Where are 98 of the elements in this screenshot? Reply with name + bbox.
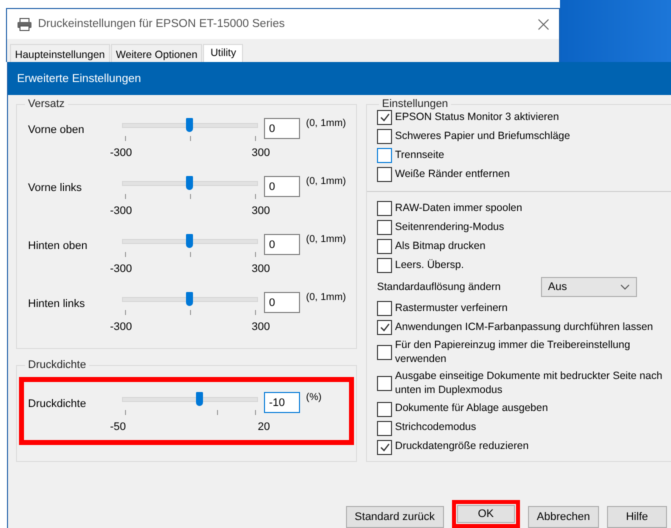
- checkbox-label: Rastermuster verfeinern: [395, 302, 508, 316]
- checkbox[interactable]: [377, 258, 392, 273]
- checkbox[interactable]: [377, 440, 392, 455]
- group-title: Versatz: [27, 98, 66, 110]
- checkbox[interactable]: [377, 148, 392, 163]
- unit-label: (0, 1mm): [306, 234, 346, 245]
- slider-thumb[interactable]: [196, 392, 203, 406]
- checkbox-option[interactable]: Schweres Papier und Briefumschläge: [377, 129, 671, 144]
- scale-min: -50: [110, 421, 126, 434]
- value-field[interactable]: 0: [264, 292, 300, 313]
- tab[interactable]: Haupteinstellungen: [10, 44, 110, 62]
- checkbox-label: Seitenrendering-Modus: [395, 220, 504, 234]
- value-field[interactable]: 0: [264, 176, 300, 197]
- slider-track[interactable]: [122, 292, 258, 306]
- checkbox-label: Druckdatengröße reduzieren: [395, 440, 529, 454]
- checkbox[interactable]: [377, 376, 392, 392]
- scale-max: 300: [252, 321, 270, 334]
- value-field[interactable]: 0: [264, 118, 300, 139]
- checkbox[interactable]: [377, 110, 392, 125]
- checkbox[interactable]: [377, 129, 392, 144]
- checkbox-label: RAW-Daten immer spoolen: [395, 202, 522, 216]
- group-title: Druckdichte: [27, 359, 88, 371]
- scale-max: 20: [258, 421, 270, 434]
- window-title: Druckeinstellungen für EPSON ET-15000 Series: [38, 18, 286, 30]
- slider-track[interactable]: [122, 392, 258, 406]
- checkbox-option[interactable]: Für den Papiereinzug immer die Treibereinstellung verwenden: [377, 339, 671, 366]
- scale-min: -300: [110, 205, 132, 218]
- scale-max: 300: [252, 205, 270, 218]
- checkbox-option[interactable]: Rastermuster verfeinern: [377, 301, 671, 316]
- dialog-title: Erweiterte Einstellungen: [8, 62, 671, 95]
- slider-label: Vorne oben: [28, 123, 86, 136]
- slider-track[interactable]: [122, 118, 258, 132]
- checkbox[interactable]: [377, 301, 392, 316]
- slider-label: Hinten links: [28, 297, 86, 310]
- checkbox[interactable]: [377, 220, 392, 235]
- checkmark-icon: [380, 113, 390, 122]
- checkbox-option[interactable]: RAW-Daten immer spoolen: [377, 201, 671, 216]
- checkbox-option[interactable]: Strichcodemodus: [377, 420, 671, 436]
- unit-label: (%): [306, 392, 323, 403]
- dialog-button[interactable]: Hilfe: [607, 506, 667, 528]
- checkbox[interactable]: [377, 420, 392, 436]
- dialog-button[interactable]: Standard zurück: [346, 506, 444, 528]
- checkbox[interactable]: [377, 345, 392, 360]
- dialog-button[interactable]: OK: [452, 500, 520, 528]
- checkbox[interactable]: [377, 167, 392, 182]
- checkbox-label: Dokumente für Ablage ausgeben: [395, 402, 548, 416]
- checkbox-option[interactable]: Druckdatengröße reduzieren: [377, 440, 671, 455]
- chevron-icon: [620, 284, 630, 290]
- checkbox-option[interactable]: Weiße Ränder entfernen: [377, 167, 671, 182]
- slider-thumb[interactable]: [186, 118, 193, 132]
- slider-label: Druckdichte: [28, 397, 88, 410]
- value-field[interactable]: 0: [264, 234, 300, 255]
- checkbox-label: EPSON Status Monitor 3 aktivieren: [395, 110, 559, 124]
- checkmark-icon: [380, 323, 390, 332]
- scale-min: -300: [110, 147, 132, 160]
- checkbox-label: Leers. Übersp.: [395, 258, 464, 272]
- checkbox-label: Trennseite: [395, 148, 444, 162]
- scale-max: 300: [252, 263, 270, 276]
- checkmark-icon: [380, 442, 390, 452]
- scale-min: -300: [110, 263, 132, 276]
- slider-label: Hinten oben: [28, 239, 88, 252]
- checkbox-label: Für den Papiereinzug immer die Treibereinstellung verwenden: [395, 339, 632, 366]
- value-field[interactable]: -10: [264, 392, 300, 413]
- checkbox-option[interactable]: EPSON Status Monitor 3 aktivieren: [377, 110, 671, 125]
- checkbox-label: Als Bitmap drucken: [395, 240, 486, 254]
- tab[interactable]: Weitere Optionen: [110, 44, 202, 62]
- slider-track[interactable]: [122, 234, 258, 248]
- tab[interactable]: Utility: [203, 44, 244, 62]
- checkbox[interactable]: [377, 201, 392, 216]
- checkbox-option[interactable]: Als Bitmap drucken: [377, 239, 671, 254]
- close-icon[interactable]: [538, 18, 549, 30]
- resolution-dropdown[interactable]: Aus: [541, 277, 637, 297]
- checkbox-option[interactable]: Dokumente für Ablage ausgeben: [377, 402, 671, 417]
- checkbox[interactable]: [377, 320, 392, 335]
- dropdown-label: Standardauflösung ändern: [377, 281, 501, 293]
- scale-min: -300: [110, 321, 132, 334]
- checkbox-option[interactable]: Seitenrendering-Modus: [377, 220, 671, 235]
- slider-label: Vorne links: [28, 181, 83, 194]
- checkbox-label: Schweres Papier und Briefumschläge: [395, 130, 570, 144]
- scale-max: 300: [252, 147, 270, 160]
- slider-track[interactable]: [122, 176, 258, 190]
- unit-label: (0, 1mm): [306, 176, 346, 187]
- slider-thumb[interactable]: [186, 176, 193, 190]
- checkbox-label: Anwendungen ICM-Farbanpassung durchführen lassen: [395, 320, 653, 334]
- slider-thumb[interactable]: [186, 234, 193, 248]
- checkbox-option[interactable]: Anwendungen ICM-Farbanpassung durchführen lassen: [377, 320, 671, 335]
- checkbox-label: Weiße Ränder entfernen: [395, 168, 510, 182]
- unit-label: (0, 1mm): [306, 118, 346, 129]
- slider-thumb[interactable]: [186, 292, 193, 306]
- unit-label: (0, 1mm): [306, 292, 346, 303]
- checkbox-option[interactable]: Trennseite: [377, 148, 671, 163]
- checkbox-label: Strichcodemodus: [395, 421, 476, 435]
- printer-icon: [17, 18, 32, 30]
- checkbox[interactable]: [377, 402, 392, 417]
- group-title: Einstellungen: [381, 98, 450, 110]
- checkbox[interactable]: [377, 239, 392, 254]
- dialog-button[interactable]: Abbrechen: [528, 506, 599, 528]
- checkbox-option[interactable]: Leers. Übersp.: [377, 258, 671, 273]
